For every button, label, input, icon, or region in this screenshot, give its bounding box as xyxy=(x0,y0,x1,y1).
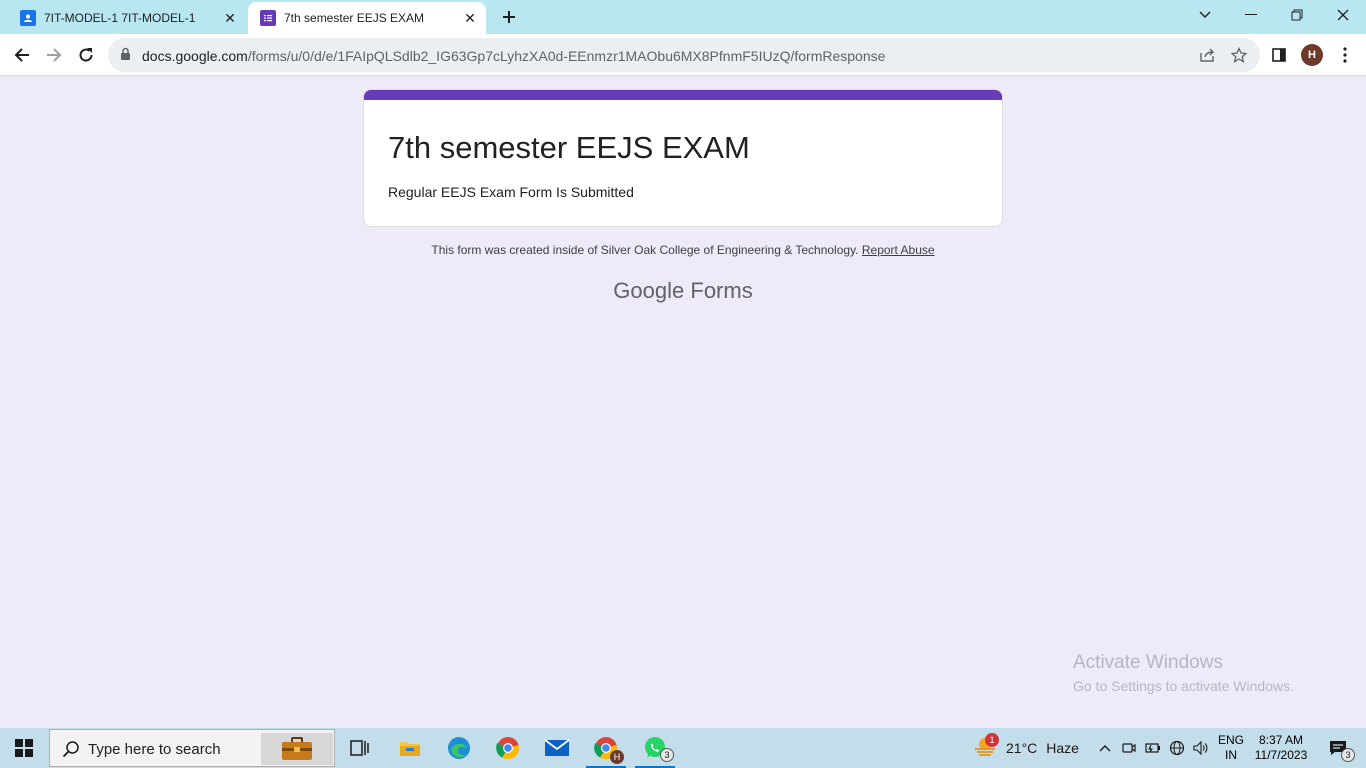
network-globe-icon[interactable] xyxy=(1168,728,1186,768)
google-forms-logo[interactable]: Google Forms xyxy=(0,278,1366,304)
search-icon xyxy=(62,740,80,763)
battery-plug-icon[interactable] xyxy=(1144,728,1162,768)
browser-tab-strip: 7IT-MODEL-1 7IT-MODEL-1 ✕ 7th semester E… xyxy=(0,0,1366,34)
taskbar-search-box[interactable]: Type here to search xyxy=(49,729,335,767)
language-code: ENG xyxy=(1217,733,1244,747)
report-abuse-link[interactable]: Report Abuse xyxy=(862,243,935,257)
tab-title: 7IT-MODEL-1 7IT-MODEL-1 xyxy=(44,11,196,25)
clock-date: 11/7/2023 xyxy=(1254,748,1308,762)
side-panel-icon[interactable] xyxy=(1266,42,1292,68)
bookmark-star-icon[interactable] xyxy=(1230,46,1248,64)
tab-classroom[interactable]: 7IT-MODEL-1 7IT-MODEL-1 ✕ xyxy=(8,2,246,34)
url-host: docs.google.com xyxy=(142,48,248,64)
form-accent-bar xyxy=(364,90,1002,100)
tab-title: 7th semester EEJS EXAM xyxy=(284,11,425,25)
url-path: /forms/u/0/d/e/1FAIpQLSdlb2_IG63Gp7cLyhz… xyxy=(247,48,886,64)
logo-google-text: Google xyxy=(613,278,685,303)
logo-forms-text: Forms xyxy=(690,278,753,303)
meet-now-icon[interactable] xyxy=(1120,728,1138,768)
chrome-profile-icon[interactable]: H xyxy=(582,728,630,768)
task-view-icon[interactable] xyxy=(336,728,384,768)
windows-start-icon[interactable] xyxy=(0,728,48,768)
classroom-person-icon xyxy=(20,10,36,26)
weather-widget[interactable]: 1 21°C Haze xyxy=(974,728,1079,768)
forward-arrow-icon[interactable] xyxy=(40,41,68,69)
temperature: 21°C xyxy=(1006,740,1038,756)
form-confirmation-card: 7th semester EEJS EXAM Regular EEJS Exam… xyxy=(363,89,1003,227)
whatsapp-icon[interactable]: 3 xyxy=(631,728,679,768)
address-bar[interactable]: docs.google.com/forms/u/0/d/e/1FAIpQLSdl… xyxy=(108,38,1260,72)
confirmation-message: Regular EEJS Exam Form Is Submitted xyxy=(388,184,634,200)
close-tab-icon[interactable]: ✕ xyxy=(220,8,240,28)
weather-haze-icon: 1 xyxy=(974,733,999,760)
more-menu-icon[interactable] xyxy=(1332,42,1358,68)
share-icon[interactable] xyxy=(1198,46,1216,64)
whatsapp-badge: 3 xyxy=(660,748,674,762)
new-tab-button[interactable] xyxy=(496,5,522,29)
lock-icon[interactable] xyxy=(120,47,131,66)
tab-search-chevron-icon[interactable] xyxy=(1182,0,1228,30)
chrome-profile-badge: H xyxy=(610,750,624,764)
region-code: IN xyxy=(1225,748,1237,762)
form-title: 7th semester EEJS EXAM xyxy=(388,130,750,165)
browser-toolbar: docs.google.com/forms/u/0/d/e/1FAIpQLSdl… xyxy=(0,34,1366,76)
close-window-button[interactable] xyxy=(1320,0,1366,30)
weather-condition: Haze xyxy=(1046,740,1079,756)
minimize-button[interactable] xyxy=(1228,0,1274,30)
watermark-subtext: Go to Settings to activate Windows. xyxy=(1073,678,1294,694)
forms-list-icon xyxy=(260,10,276,26)
file-explorer-icon[interactable] xyxy=(386,728,434,768)
show-hidden-icons-chevron-icon[interactable] xyxy=(1096,728,1114,768)
volume-icon[interactable] xyxy=(1192,728,1210,768)
edge-icon[interactable] xyxy=(435,728,483,768)
footer-text: This form was created inside of Silver O… xyxy=(431,243,859,257)
system-clock[interactable]: 8:37 AM 11/7/2023 xyxy=(1252,733,1310,763)
search-placeholder: Type here to search xyxy=(88,741,221,758)
activate-windows-watermark: Activate Windows Go to Settings to activ… xyxy=(1073,652,1294,694)
windows-taskbar: Type here to search H 3 1 21°C Haze ENG … xyxy=(0,728,1366,768)
briefcase-icon[interactable] xyxy=(261,733,333,765)
tab-form[interactable]: 7th semester EEJS EXAM ✕ xyxy=(248,2,486,34)
mail-icon[interactable] xyxy=(533,728,581,768)
restore-button[interactable] xyxy=(1274,0,1320,30)
notification-count-badge: 3 xyxy=(1341,748,1355,762)
weather-alert-badge: 1 xyxy=(985,733,999,747)
chrome-icon[interactable] xyxy=(484,728,532,768)
reload-icon[interactable] xyxy=(72,41,100,69)
clock-time: 8:37 AM xyxy=(1258,733,1304,747)
watermark-heading: Activate Windows xyxy=(1073,652,1223,673)
close-tab-icon[interactable]: ✕ xyxy=(460,8,480,28)
language-indicator[interactable]: ENG IN xyxy=(1216,733,1246,763)
url-text[interactable]: docs.google.com/forms/u/0/d/e/1FAIpQLSdl… xyxy=(142,48,885,64)
profile-initial: H xyxy=(1301,44,1323,66)
back-arrow-icon[interactable] xyxy=(8,41,36,69)
form-footer: This form was created inside of Silver O… xyxy=(0,243,1366,257)
action-center-icon[interactable]: 3 xyxy=(1318,728,1358,768)
profile-avatar[interactable]: H xyxy=(1299,42,1325,68)
